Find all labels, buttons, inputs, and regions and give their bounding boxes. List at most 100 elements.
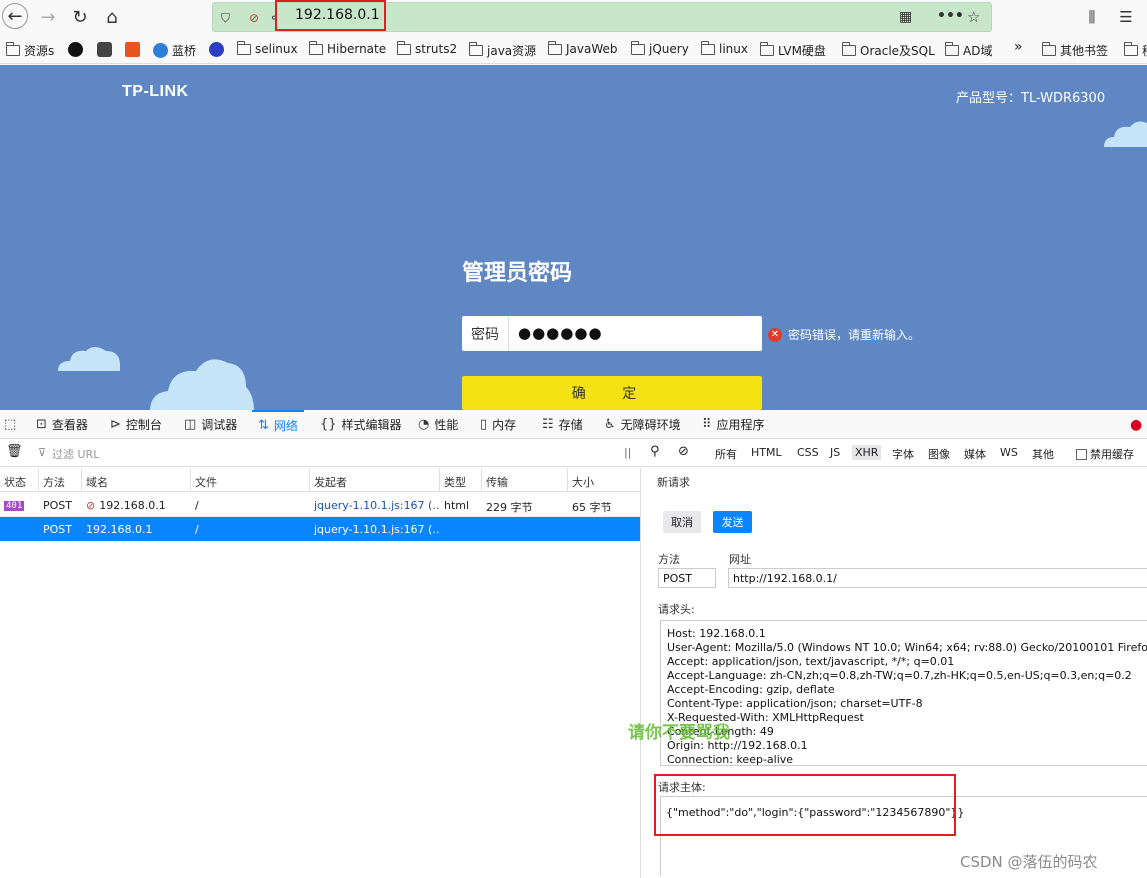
baidu-bookmark[interactable] xyxy=(209,42,228,57)
github-bookmark[interactable] xyxy=(68,42,87,57)
baidu-paw-icon xyxy=(209,42,224,57)
checkbox[interactable] xyxy=(1076,448,1087,460)
network-filter-bar: 🗑 ⊽ 过滤 URL || ⚲ ⊘ 所有 HTML CSS JS XHR 字体 … xyxy=(0,440,1147,467)
lanqiao-icon xyxy=(153,43,168,58)
tab-debugger[interactable]: ◫ 调试器 xyxy=(184,410,237,439)
g-site-icon xyxy=(97,42,112,57)
initiator-link[interactable]: jquery-1.10.1.js:167 (... xyxy=(310,517,440,541)
tab-storage[interactable]: ☷ 存储 xyxy=(542,410,583,439)
filter-xhr[interactable]: XHR xyxy=(852,445,882,460)
tab-performance[interactable]: ◔ 性能 xyxy=(418,410,458,439)
filter-media[interactable]: 媒体 xyxy=(964,446,986,462)
bookmark-other[interactable]: 其他书签 xyxy=(1042,42,1108,59)
gauge-icon: ◔ xyxy=(418,417,430,432)
cloud-icon xyxy=(150,359,254,410)
filter-url-input[interactable]: 过滤 URL xyxy=(52,446,99,462)
bookmark-item[interactable]: AD域 xyxy=(945,42,992,59)
block-icon[interactable]: ⊘ xyxy=(678,444,689,459)
chevron-right-icon[interactable]: » xyxy=(1014,39,1023,55)
tab-console[interactable]: ⊳ 控制台 xyxy=(110,410,162,439)
method-label: 方法 xyxy=(658,553,680,566)
back-icon[interactable]: ← xyxy=(2,3,28,29)
password-field[interactable]: 密码 ●●●●●● xyxy=(462,316,762,351)
search-icon[interactable]: ⚲ xyxy=(650,444,660,459)
shield-icon[interactable]: ⛉ xyxy=(221,11,230,26)
insecure-lock-icon[interactable]: ⊘ xyxy=(249,11,259,25)
bookmark-item[interactable]: 资源s xyxy=(6,42,54,59)
table-row[interactable]: 401 POST ⊘ 192.168.0.1 / jquery-1.10.1.js… xyxy=(0,493,641,517)
bookmark-star-icon[interactable]: ☆ xyxy=(967,8,980,26)
col-type[interactable]: 类型 xyxy=(440,468,482,492)
qr-code-icon[interactable]: ▦ xyxy=(899,9,912,25)
status-badge: 401 xyxy=(4,501,25,511)
filter-ws[interactable]: WS xyxy=(1000,446,1018,459)
bookmark-item[interactable]: LVM硬盘 xyxy=(760,42,826,59)
bookmark-item[interactable]: Oracle及SQL xyxy=(842,42,935,59)
reload-icon[interactable]: ↻ xyxy=(66,4,94,30)
bookmark-item[interactable]: linux xyxy=(701,40,748,56)
filter-all[interactable]: 所有 xyxy=(715,446,737,462)
trash-icon[interactable]: 🗑 xyxy=(6,444,23,459)
table-row-selected[interactable]: POST 192.168.0.1 / jquery-1.10.1.js:167 … xyxy=(0,517,641,541)
col-initiator[interactable]: 发起者 xyxy=(310,468,440,492)
bookmark-c[interactable] xyxy=(125,42,144,57)
memory-chip-icon: ▯ xyxy=(480,417,488,432)
bookmark-g[interactable] xyxy=(97,42,116,57)
menu-icon[interactable]: ☰ xyxy=(1112,4,1140,30)
page-actions-icon[interactable]: ••• xyxy=(937,8,964,24)
tab-network[interactable]: ⇅ 网络 xyxy=(252,410,304,439)
col-transfer[interactable]: 传输 xyxy=(482,468,568,492)
initiator-link[interactable]: jquery-1.10.1.js:167 (... xyxy=(310,493,440,517)
error-text: 密码错误，请重新输入。 xyxy=(788,328,921,342)
col-domain[interactable]: 域名 xyxy=(82,468,191,492)
tab-application[interactable]: ⠿ 应用程序 xyxy=(702,410,765,439)
password-input[interactable]: ●●●●●● xyxy=(518,324,603,342)
filter-fonts[interactable]: 字体 xyxy=(892,446,914,462)
library-icon[interactable]: ⫼ xyxy=(1078,4,1106,30)
url-input[interactable]: http://192.168.0.1/ xyxy=(728,568,1147,588)
bookmark-item[interactable]: java资源 xyxy=(469,42,536,59)
tab-style-editor[interactable]: {} 样式编辑器 xyxy=(320,410,402,439)
method-cell: POST xyxy=(43,523,72,536)
tab-inspector[interactable]: ⊡ 查看器 xyxy=(36,410,88,439)
bookmark-item[interactable]: jQuery xyxy=(631,40,689,56)
network-arrows-icon: ⇅ xyxy=(258,418,269,433)
home-icon[interactable]: ⌂ xyxy=(98,4,126,30)
error-icon: ✕ xyxy=(768,327,782,342)
filter-html[interactable]: HTML xyxy=(751,446,782,459)
accessibility-icon: ♿ xyxy=(604,417,616,432)
filter-js[interactable]: JS xyxy=(830,446,840,459)
filter-css[interactable]: CSS xyxy=(797,446,819,459)
disable-cache-toggle[interactable]: 禁用缓存 xyxy=(1076,446,1134,462)
pause-icon[interactable]: || xyxy=(624,446,631,459)
bookmark-item[interactable]: JavaWeb xyxy=(548,40,618,56)
confirm-button[interactable]: 确 定 xyxy=(462,376,762,410)
bookmark-item[interactable]: struts2 xyxy=(397,40,457,56)
filter-images[interactable]: 图像 xyxy=(928,446,950,462)
transfer-cell: 229 字节 xyxy=(486,501,533,514)
inspector-icon: ⊡ xyxy=(36,417,47,432)
password-error: ✕ 密码错误，请重新输入。 xyxy=(768,326,920,343)
cancel-button[interactable]: 取消 xyxy=(663,511,701,533)
size-cell: 65 字节 xyxy=(572,501,612,514)
col-file[interactable]: 文件 xyxy=(191,468,310,492)
domain-cell: ⊘ 192.168.0.1 xyxy=(86,499,166,512)
forward-icon[interactable]: → xyxy=(34,4,62,30)
send-button[interactable]: 发送 xyxy=(713,511,752,533)
folder-icon xyxy=(701,40,715,55)
bookmark-item[interactable]: selinux xyxy=(237,40,298,56)
col-method[interactable]: 方法 xyxy=(39,468,82,492)
bookmark-mobile[interactable]: 移 xyxy=(1124,42,1147,59)
error-count-icon[interactable]: ● xyxy=(1130,410,1142,439)
tab-memory[interactable]: ▯ 内存 xyxy=(480,410,516,439)
bookmark-item[interactable]: 蓝桥 xyxy=(153,42,196,59)
tab-accessibility[interactable]: ♿ 无障碍环境 xyxy=(604,410,681,439)
headers-textarea[interactable]: Host: 192.168.0.1 User-Agent: Mozilla/5.… xyxy=(660,620,1147,766)
bookmark-item[interactable]: Hibernate xyxy=(309,40,386,56)
method-input[interactable]: POST xyxy=(658,568,716,588)
col-size[interactable]: 大小 xyxy=(568,468,641,492)
url-text[interactable]: 192.168.0.1 xyxy=(295,7,380,23)
col-status[interactable]: 状态 xyxy=(0,468,39,492)
element-picker-icon[interactable]: ⬚ xyxy=(4,410,21,439)
filter-other[interactable]: 其他 xyxy=(1032,446,1054,462)
